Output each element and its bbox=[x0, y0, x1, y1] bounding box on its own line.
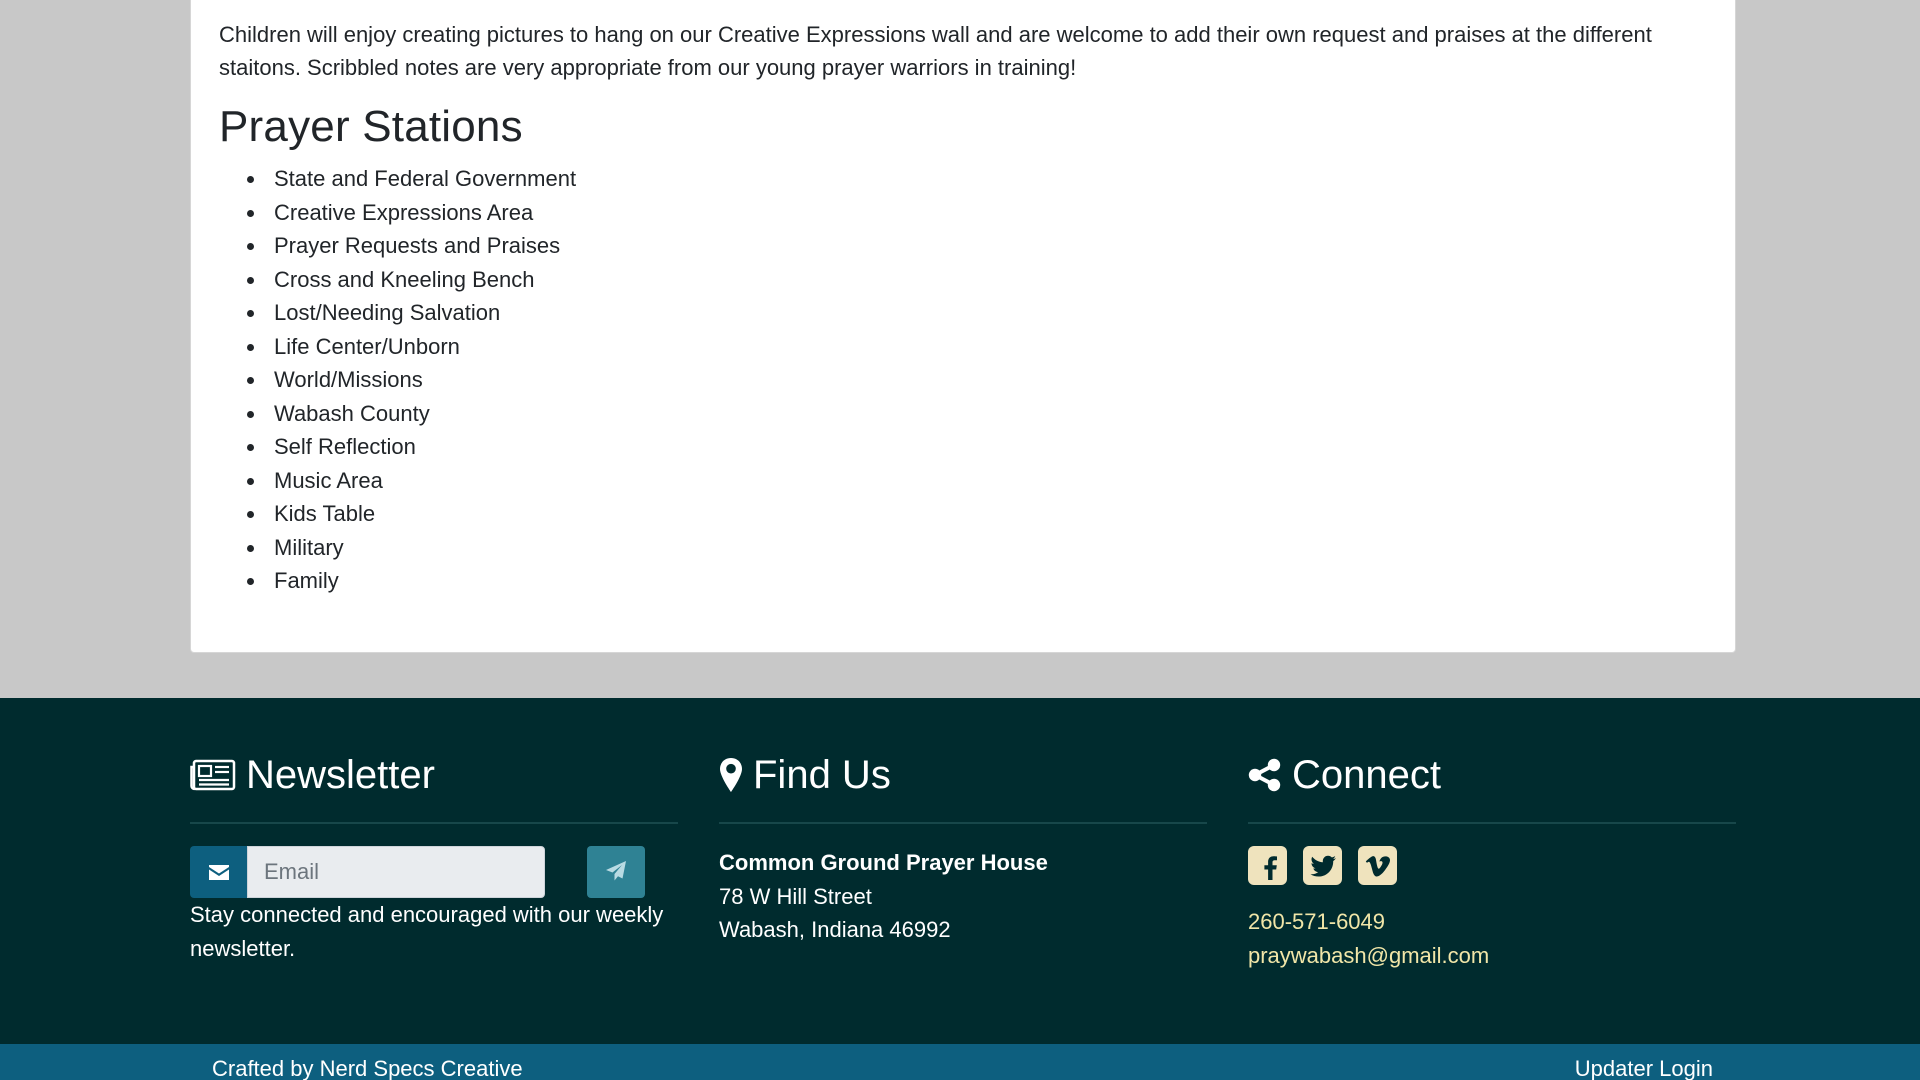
connect-section: Connect 260-571-6049 praywabash@gmail.co… bbox=[1248, 748, 1736, 972]
footer: Newsletter Stay connected and encouraged… bbox=[0, 698, 1920, 1044]
city-address: Wabash, Indiana 46992 bbox=[719, 917, 951, 942]
credit-link[interactable]: Crafted by Nerd Specs Creative bbox=[212, 1057, 523, 1080]
newsletter-description: Stay connected and encouraged with our w… bbox=[190, 902, 664, 961]
twitter-icon[interactable] bbox=[1303, 846, 1342, 885]
subscribe-button[interactable] bbox=[587, 846, 645, 898]
divider bbox=[1248, 822, 1736, 824]
list-item: Life Center/Unborn bbox=[247, 330, 1707, 364]
stations-heading: Prayer Stations bbox=[219, 102, 523, 151]
list-item: Wabash County bbox=[247, 397, 1707, 431]
list-item: Prayer Requests and Praises bbox=[247, 229, 1707, 263]
intro-paragraph: Children will enjoy creating pictures to… bbox=[219, 22, 1652, 80]
street-address: 78 W Hill Street bbox=[719, 883, 872, 909]
connect-heading: Connect bbox=[1248, 748, 1736, 802]
phone-link[interactable]: 260-571-6049 bbox=[1248, 905, 1736, 939]
newsletter-form bbox=[190, 846, 678, 898]
list-item: Creative Expressions Area bbox=[247, 196, 1707, 230]
email-input[interactable] bbox=[247, 846, 545, 898]
newsletter-title: Newsletter bbox=[246, 752, 435, 797]
list-item: Self Reflection bbox=[247, 430, 1707, 464]
map-marker-icon bbox=[719, 757, 743, 793]
content-card: Children will enjoy creating pictures to… bbox=[190, 0, 1736, 653]
divider bbox=[190, 822, 678, 824]
newsletter-section: Newsletter Stay connected and encouraged… bbox=[190, 748, 678, 965]
list-item: Lost/Needing Salvation bbox=[247, 296, 1707, 330]
list-item: Military bbox=[247, 531, 1707, 565]
find-us-title: Find Us bbox=[753, 752, 891, 797]
vimeo-icon[interactable] bbox=[1358, 846, 1397, 885]
find-us-section: Find Us Common Ground Prayer House 78 W … bbox=[719, 748, 1207, 947]
social-links bbox=[1248, 846, 1736, 885]
connect-title: Connect bbox=[1292, 752, 1441, 797]
list-item: Family bbox=[247, 564, 1707, 598]
stations-list: State and Federal Government Creative Ex… bbox=[219, 162, 1707, 598]
list-item: World/Missions bbox=[247, 363, 1707, 397]
newsletter-heading: Newsletter bbox=[190, 748, 678, 802]
list-item: Kids Table bbox=[247, 497, 1707, 531]
divider bbox=[719, 822, 1207, 824]
bottom-bar: Crafted by Nerd Specs Creative Updater L… bbox=[0, 1044, 1920, 1080]
find-us-heading: Find Us bbox=[719, 748, 1207, 802]
paper-plane-icon bbox=[605, 860, 627, 885]
updater-login-link[interactable]: Updater Login bbox=[1575, 1057, 1713, 1080]
envelope-icon bbox=[190, 846, 247, 898]
facebook-icon[interactable] bbox=[1248, 846, 1287, 885]
location-name: Common Ground Prayer House bbox=[719, 850, 1048, 875]
list-item: State and Federal Government bbox=[247, 162, 1707, 196]
newspaper-icon bbox=[190, 759, 236, 791]
email-link[interactable]: praywabash@gmail.com bbox=[1248, 939, 1736, 973]
share-icon bbox=[1248, 758, 1282, 792]
list-item: Cross and Kneeling Bench bbox=[247, 263, 1707, 297]
list-item: Music Area bbox=[247, 464, 1707, 498]
